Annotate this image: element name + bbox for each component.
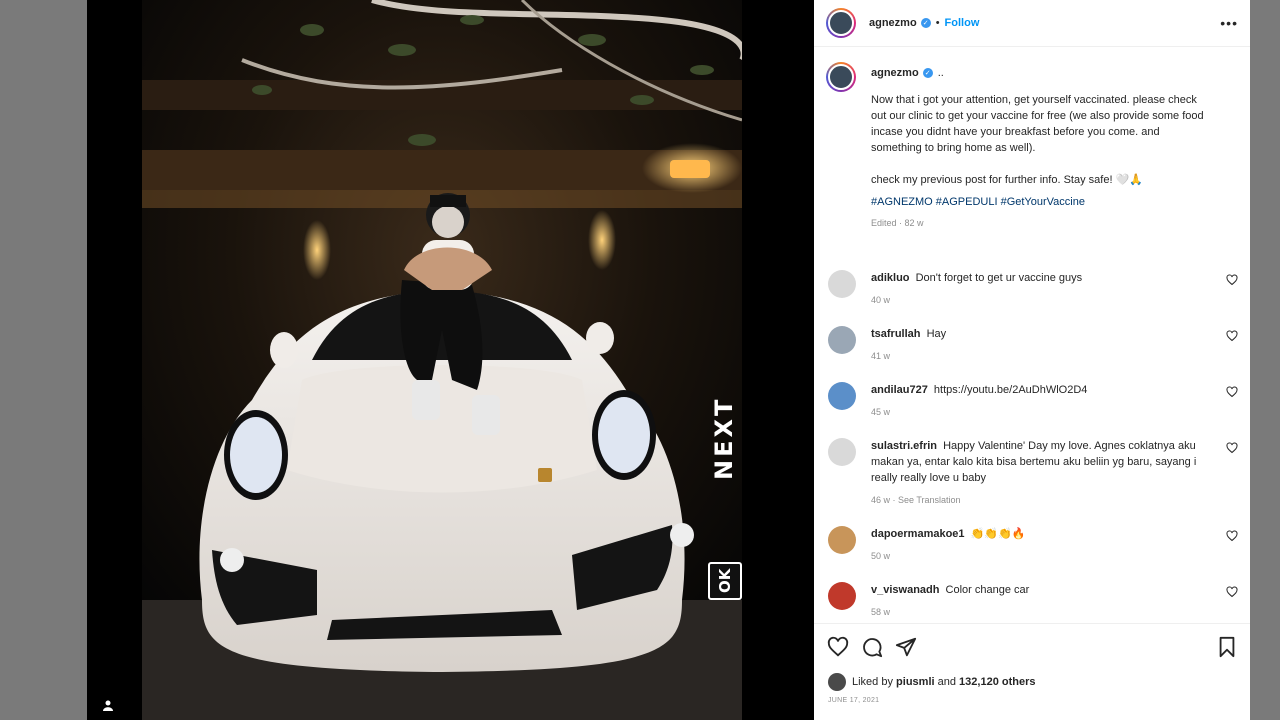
comment-meta: 41 w: [871, 351, 891, 361]
comment-text[interactable]: https://youtu.be/2AuDhWlO2D4: [934, 384, 1087, 396]
post-actions: Liked by piusmli and 132,120 others JUNE…: [814, 623, 1250, 720]
comment-item: tsafrullah Hay 41 w: [814, 318, 1250, 374]
caption-hashtags[interactable]: #AGNEZMO #AGPEDULI #GetYourVaccine: [871, 196, 1238, 208]
user-tag-icon[interactable]: [99, 696, 117, 714]
share-paper-plane-icon[interactable]: [895, 636, 917, 658]
post-date: JUNE 17, 2021: [828, 697, 880, 704]
verified-badge-icon: ✓: [922, 68, 933, 78]
likes-joiner: and: [937, 676, 956, 688]
caption-text: Now that i got your attention, get yours…: [871, 94, 1204, 186]
comment-item: v_viswanadh Color change car 58 w: [814, 574, 1250, 623]
comment-text: Don't forget to get ur vaccine guys: [915, 272, 1083, 284]
comment-username[interactable]: dapoermamakoe1: [871, 528, 965, 540]
post-caption: agnezmo ✓ .. Now that i got your attenti…: [814, 48, 1250, 262]
liker-avatar[interactable]: [828, 673, 846, 691]
bookmark-icon[interactable]: [1216, 636, 1238, 658]
commenter-avatar[interactable]: [828, 526, 856, 554]
comment-username[interactable]: sulastri.efrin: [871, 440, 937, 452]
post-side-panel: agnezmo ✓ • Follow ••• agnezmo ✓ .. Now …: [814, 0, 1250, 720]
like-comment-heart-icon[interactable]: [1226, 386, 1238, 398]
car-photo-illustration: [142, 0, 742, 720]
like-comment-heart-icon[interactable]: [1226, 330, 1238, 342]
caption-author-avatar[interactable]: [826, 62, 856, 92]
like-heart-icon[interactable]: [827, 636, 849, 658]
author-username[interactable]: agnezmo: [869, 17, 917, 29]
comment-text: 👏👏👏🔥: [970, 528, 1026, 540]
comment-meta: 58 w: [871, 607, 891, 617]
comment-item: dapoermamakoe1 👏👏👏🔥 50 w: [814, 518, 1250, 574]
comment-username[interactable]: tsafrullah: [871, 328, 921, 340]
more-horizontal-icon[interactable]: •••: [1220, 15, 1238, 31]
follow-button[interactable]: Follow: [945, 17, 980, 29]
comment-item: adikluo Don't forget to get ur vaccine g…: [814, 262, 1250, 318]
comment-username[interactable]: andilau727: [871, 384, 928, 396]
post-modal: NEXT OK agnezmo ✓ • Follow ••• agnezmo ✓…: [87, 0, 1250, 720]
comment-bubble-icon[interactable]: [861, 636, 883, 658]
commenter-avatar[interactable]: [828, 326, 856, 354]
commenter-avatar[interactable]: [828, 582, 856, 610]
comment-text: Hay: [926, 328, 947, 340]
comments-section[interactable]: agnezmo ✓ .. Now that i got your attenti…: [814, 48, 1250, 623]
comment-meta: 50 w: [871, 551, 891, 561]
comment-meta: 45 w: [871, 407, 891, 417]
comment-username[interactable]: adikluo: [871, 272, 910, 284]
next-overlay-text: NEXT: [710, 396, 738, 480]
post-header: agnezmo ✓ • Follow •••: [814, 0, 1250, 47]
like-comment-heart-icon[interactable]: [1226, 586, 1238, 598]
comment-item: andilau727 https://youtu.be/2AuDhWlO2D4 …: [814, 374, 1250, 430]
like-comment-heart-icon[interactable]: [1226, 274, 1238, 286]
comment-text: Color change car: [945, 584, 1030, 596]
comment-username[interactable]: v_viswanadh: [871, 584, 939, 596]
commenter-avatar[interactable]: [828, 438, 856, 466]
ok-overlay-badge: OK: [708, 562, 742, 600]
comment-meta: 46 w · See Translation: [871, 495, 961, 505]
like-comment-heart-icon[interactable]: [1226, 530, 1238, 542]
verified-badge-icon: ✓: [920, 18, 931, 28]
author-avatar[interactable]: [826, 8, 856, 38]
caption-author-username[interactable]: agnezmo: [871, 67, 919, 79]
separator-dot: •: [935, 17, 940, 29]
post-photo[interactable]: NEXT OK: [87, 0, 814, 720]
likes-summary: Liked by piusmli and 132,120 others: [828, 673, 1250, 691]
caption-meta: Edited · 82 w: [871, 218, 924, 228]
comment-item: sulastri.efrin Happy Valentine' Day my l…: [814, 430, 1250, 518]
likes-others-count[interactable]: 132,120 others: [959, 676, 1035, 688]
likes-prefix: Liked by: [852, 676, 893, 688]
comment-meta: 40 w: [871, 295, 891, 305]
caption-ellipsis: ..: [937, 67, 944, 79]
commenter-avatar[interactable]: [828, 382, 856, 410]
liker-username[interactable]: piusmli: [896, 676, 935, 688]
commenter-avatar[interactable]: [828, 270, 856, 298]
like-comment-heart-icon[interactable]: [1226, 442, 1238, 454]
